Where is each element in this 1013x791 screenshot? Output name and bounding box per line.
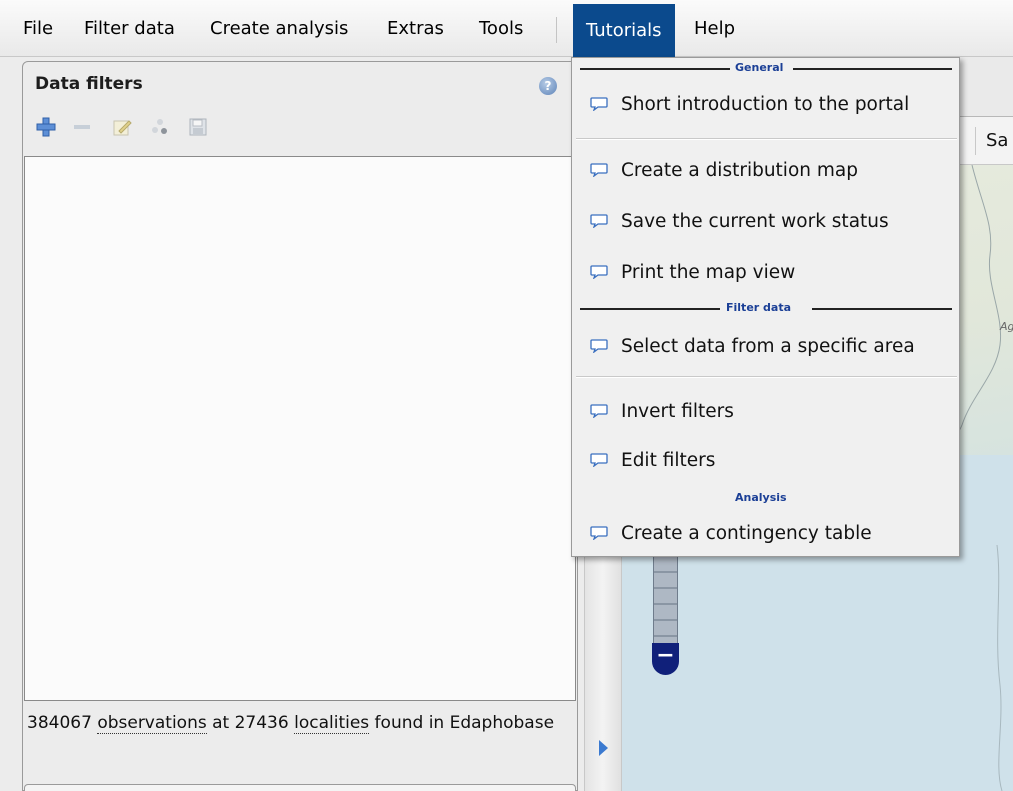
- observation-count: 384067: [27, 713, 92, 733]
- result-status: 384067 observations at 27436 localities …: [27, 710, 567, 737]
- bottom-panel-box: [24, 784, 576, 791]
- zoom-slider-track[interactable]: [653, 555, 678, 647]
- speech-bubble-icon: [590, 97, 608, 111]
- menu-extras[interactable]: Extras: [379, 13, 452, 45]
- invert-icon[interactable]: [147, 114, 173, 140]
- help-circle-icon[interactable]: ?: [539, 77, 557, 95]
- localities-link[interactable]: localities: [294, 713, 370, 734]
- zoom-bar[interactable]: −: [652, 555, 679, 677]
- menu-item-distribution-map[interactable]: Create a distribution map: [574, 149, 957, 193]
- menu-item-save-work-status[interactable]: Save the current work status: [574, 200, 957, 244]
- menu-separator: [576, 376, 957, 378]
- speech-bubble-icon: [590, 404, 608, 418]
- expand-arrow-icon[interactable]: [599, 740, 608, 756]
- panel-title: Data filters: [35, 74, 143, 94]
- menu-item-invert-filters[interactable]: Invert filters: [574, 390, 957, 434]
- locality-count: 27436: [234, 713, 289, 733]
- menu-separator: [556, 17, 557, 43]
- save-icon[interactable]: [185, 114, 211, 140]
- group-header-analysis: Analysis: [735, 491, 787, 504]
- menu-bar: File Filter data Create analysis Extras …: [0, 0, 1013, 57]
- menu-item-print-map-view[interactable]: Print the map view: [574, 251, 957, 295]
- menu-filter-data[interactable]: Filter data: [76, 13, 183, 45]
- speech-bubble-icon: [590, 453, 608, 467]
- group-header-filter-data: Filter data: [580, 301, 952, 315]
- menu-help[interactable]: Help: [686, 13, 743, 45]
- tutorials-dropdown: General Short introduction to the portal…: [571, 57, 960, 557]
- menu-file[interactable]: File: [15, 13, 61, 45]
- menu-separator: [576, 138, 957, 140]
- map-toolbar-button[interactable]: Sa: [986, 130, 1008, 151]
- group-header-general: General: [580, 61, 952, 75]
- filter-list-area[interactable]: [24, 156, 576, 701]
- map-place-label: Ag: [1000, 320, 1013, 333]
- status-at: at: [206, 713, 235, 733]
- menu-create-analysis[interactable]: Create analysis: [202, 13, 356, 45]
- map-toolbar-separator: [975, 127, 976, 155]
- menu-item-select-area[interactable]: Select data from a specific area: [574, 325, 957, 369]
- edit-icon[interactable]: [109, 114, 135, 140]
- speech-bubble-icon: [590, 163, 608, 177]
- zoom-out-button[interactable]: −: [652, 643, 679, 675]
- menu-item-edit-filters[interactable]: Edit filters: [574, 439, 957, 483]
- speech-bubble-icon: [590, 339, 608, 353]
- remove-icon[interactable]: [69, 114, 95, 140]
- menu-tutorials[interactable]: Tutorials: [573, 4, 675, 57]
- menu-item-contingency-table[interactable]: Create a contingency table: [574, 512, 957, 556]
- menu-item-short-introduction[interactable]: Short introduction to the portal: [574, 83, 957, 127]
- speech-bubble-icon: [590, 214, 608, 228]
- status-rest: found in Edaphobase: [369, 713, 555, 733]
- add-icon[interactable]: [33, 114, 59, 140]
- speech-bubble-icon: [590, 526, 608, 540]
- panel-frame: Data filters ? 384067 observations at 27…: [22, 61, 578, 791]
- data-filters-panel: Data filters ? 384067 observations at 27…: [0, 57, 584, 791]
- menu-tools[interactable]: Tools: [471, 13, 531, 45]
- speech-bubble-icon: [590, 265, 608, 279]
- observations-link[interactable]: observations: [97, 713, 207, 734]
